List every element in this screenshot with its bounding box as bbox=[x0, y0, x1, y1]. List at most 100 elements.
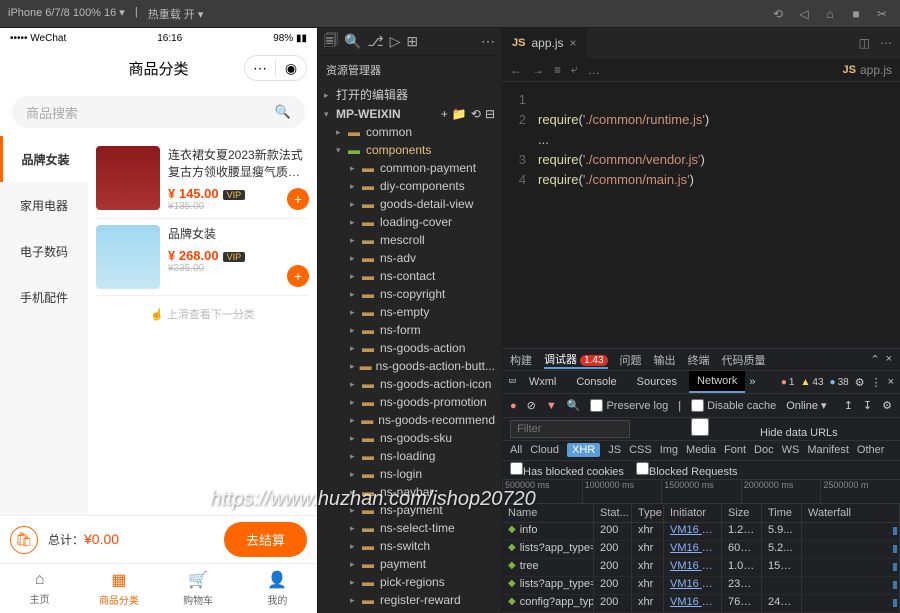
close-icon[interactable]: × bbox=[570, 36, 577, 50]
timeline[interactable]: 500000 ms1000000 ms1500000 ms2000000 ms2… bbox=[502, 480, 900, 504]
folder-item[interactable]: ▸▬ns-goods-recommend bbox=[318, 411, 501, 429]
filter-type[interactable]: Img bbox=[660, 444, 678, 456]
back-icon[interactable]: ← bbox=[510, 63, 522, 77]
checkout-button[interactable]: 去结算 bbox=[224, 522, 307, 557]
tab-terminal[interactable]: 终端 bbox=[688, 352, 710, 368]
folder-item[interactable]: ▸▬pick-regions bbox=[318, 573, 501, 591]
tab-problems[interactable]: 问题 bbox=[620, 352, 642, 368]
device-selector[interactable]: iPhone 6/7/8 100% 16 ▾ bbox=[8, 6, 125, 22]
more-tabs-icon[interactable]: » bbox=[749, 376, 755, 388]
col-status[interactable]: Stat... bbox=[594, 504, 632, 522]
network-row[interactable]: ◆lists?app_type=w...200xhrVM16 as...233.… bbox=[502, 577, 900, 595]
folder-item[interactable]: ▸▬ns-goods-action-butt... bbox=[318, 357, 501, 375]
tab-build[interactable]: 构建 bbox=[510, 352, 532, 368]
tab-code-quality[interactable]: 代码质量 bbox=[722, 352, 766, 368]
filter-type[interactable]: XHR bbox=[567, 443, 600, 457]
wrap-icon[interactable]: ⤶ bbox=[571, 62, 578, 77]
folder-item[interactable]: ▸▬toTop bbox=[318, 609, 501, 613]
project-root[interactable]: ▾MP-WEIXIN+📁⟲⊟ bbox=[318, 105, 501, 123]
folder-item[interactable]: ▸▬register-reward bbox=[318, 591, 501, 609]
more-icon[interactable]: ⋯ bbox=[481, 33, 495, 50]
tab-network[interactable]: Network bbox=[689, 371, 745, 393]
folder-item[interactable]: ▸▬ns-form bbox=[318, 321, 501, 339]
filter-type[interactable]: Font bbox=[724, 444, 746, 456]
hide-urls-checkbox[interactable]: Hide data URLs bbox=[640, 418, 838, 439]
filter-type[interactable]: Media bbox=[686, 444, 716, 456]
info-count[interactable]: 38 bbox=[830, 377, 849, 388]
debug-icon[interactable]: ▷ bbox=[390, 33, 401, 50]
col-waterfall[interactable]: Waterfall bbox=[802, 504, 900, 522]
folder-item[interactable]: ▸▬ns-goods-action-icon bbox=[318, 375, 501, 393]
folder-item[interactable]: ▸▬ns-empty bbox=[318, 303, 501, 321]
col-type[interactable]: Type bbox=[632, 504, 664, 522]
tab-wxml[interactable]: Wxml bbox=[521, 372, 565, 392]
minimize-icon[interactable]: ⌃ bbox=[870, 353, 879, 366]
tab-console[interactable]: Console bbox=[568, 372, 624, 392]
filter-type[interactable]: All bbox=[510, 444, 522, 456]
add-to-cart-button[interactable]: + bbox=[287, 265, 309, 287]
folder-item[interactable]: ▸▬goods-detail-view bbox=[318, 195, 501, 213]
col-initiator[interactable]: Initiator bbox=[664, 504, 722, 522]
filter-type[interactable]: Other bbox=[857, 444, 885, 456]
cut-icon[interactable]: ✂ bbox=[872, 4, 892, 24]
stop-icon[interactable]: ■ bbox=[846, 4, 866, 24]
files-icon[interactable]: 🗐 bbox=[324, 30, 338, 54]
preserve-log-checkbox[interactable]: Preserve log bbox=[590, 399, 668, 412]
folder-item[interactable]: ▸▬ns-goods-promotion bbox=[318, 393, 501, 411]
folder-item[interactable]: ▸▬ns-navbar bbox=[318, 483, 501, 501]
new-folder-icon[interactable]: 📁 bbox=[452, 107, 467, 121]
col-size[interactable]: Size bbox=[722, 504, 762, 522]
upload-icon[interactable]: ↥ bbox=[844, 399, 853, 412]
tab-category[interactable]: ▦商品分类 bbox=[79, 564, 158, 613]
branch-icon[interactable]: ⎇ bbox=[367, 33, 383, 50]
goods-card[interactable]: 品牌女装 ¥ 268.00VIP ¥235.00 + bbox=[96, 219, 309, 296]
cart-icon[interactable]: 🛍 bbox=[10, 526, 38, 554]
category-item[interactable]: 电子数码 bbox=[0, 228, 88, 274]
tab-debugger[interactable]: 调试器 1.43 bbox=[544, 351, 608, 369]
capsule-menu-icon[interactable]: ⋯ bbox=[245, 60, 275, 77]
hot-reload-toggle[interactable]: 热重载 开 ▾ bbox=[148, 6, 204, 22]
network-row[interactable]: ◆tree200xhrVM16 as...1.0 ...159... bbox=[502, 559, 900, 577]
refresh-icon[interactable]: ⟲ bbox=[471, 107, 481, 121]
open-editors-header[interactable]: ▸打开的编辑器 bbox=[318, 84, 501, 105]
network-row[interactable]: ◆lists?app_type=w...200xhrVM16 as...603.… bbox=[502, 541, 900, 559]
tab-cart[interactable]: 🛒购物车 bbox=[159, 564, 238, 613]
folder-item[interactable]: ▸▬ns-payment bbox=[318, 501, 501, 519]
col-name[interactable]: Name bbox=[502, 504, 594, 522]
split-icon[interactable]: ◫ bbox=[859, 36, 870, 50]
search-input[interactable]: 商品搜索 🔍 bbox=[12, 96, 305, 128]
tab-sources[interactable]: Sources bbox=[629, 372, 685, 392]
blocked-requests-checkbox[interactable]: Blocked Requests bbox=[636, 462, 738, 478]
blocked-cookies-checkbox[interactable]: Has blocked cookies bbox=[510, 462, 624, 478]
filter-icon[interactable]: ▼ bbox=[546, 400, 557, 412]
code-editor[interactable]: 12require('./common/runtime.js')...3requ… bbox=[502, 82, 900, 348]
folder-item[interactable]: ▸▬loading-cover bbox=[318, 213, 501, 231]
tab-home[interactable]: ⌂主页 bbox=[0, 564, 79, 613]
record-icon[interactable]: ● bbox=[510, 400, 517, 412]
folder-item[interactable]: ▸▬ns-contact bbox=[318, 267, 501, 285]
error-count[interactable]: 1 bbox=[781, 377, 795, 388]
more-icon[interactable]: ⋯ bbox=[880, 36, 892, 50]
editor-tab[interactable]: JS app.js × bbox=[502, 28, 588, 58]
capsule-close-icon[interactable]: ◉ bbox=[276, 60, 306, 77]
refresh-icon[interactable]: ⟲ bbox=[768, 4, 788, 24]
filter-type[interactable]: WS bbox=[782, 444, 800, 456]
back-icon[interactable]: ◁ bbox=[794, 4, 814, 24]
category-item[interactable]: 手机配件 bbox=[0, 274, 88, 320]
search-icon[interactable]: 🔍 bbox=[344, 33, 361, 50]
disable-cache-checkbox[interactable]: Disable cache bbox=[691, 399, 776, 412]
collapse-icon[interactable]: ⊟ bbox=[485, 107, 495, 121]
add-to-cart-button[interactable]: + bbox=[287, 188, 309, 210]
filter-type[interactable]: JS bbox=[608, 444, 621, 456]
folder-item[interactable]: ▸▬ns-goods-sku bbox=[318, 429, 501, 447]
warning-count[interactable]: 43 bbox=[800, 377, 823, 388]
folder-common[interactable]: ▸▬common bbox=[318, 123, 501, 141]
filter-type[interactable]: CSS bbox=[629, 444, 652, 456]
gear-icon[interactable]: ⚙ bbox=[882, 399, 892, 412]
folder-item[interactable]: ▸▬common-payment bbox=[318, 159, 501, 177]
network-row[interactable]: ◆info200xhrVM16 as...1.2 ...5.9... bbox=[502, 523, 900, 541]
goods-card[interactable]: 连衣裙女夏2023新款法式复古方领收腰显瘦气质赫... ¥ 145.00VIP … bbox=[96, 140, 309, 219]
dock-icon[interactable]: ⋮ bbox=[871, 376, 882, 389]
category-item[interactable]: 品牌女装 bbox=[0, 136, 88, 182]
gear-icon[interactable]: ⚙ bbox=[855, 376, 865, 389]
